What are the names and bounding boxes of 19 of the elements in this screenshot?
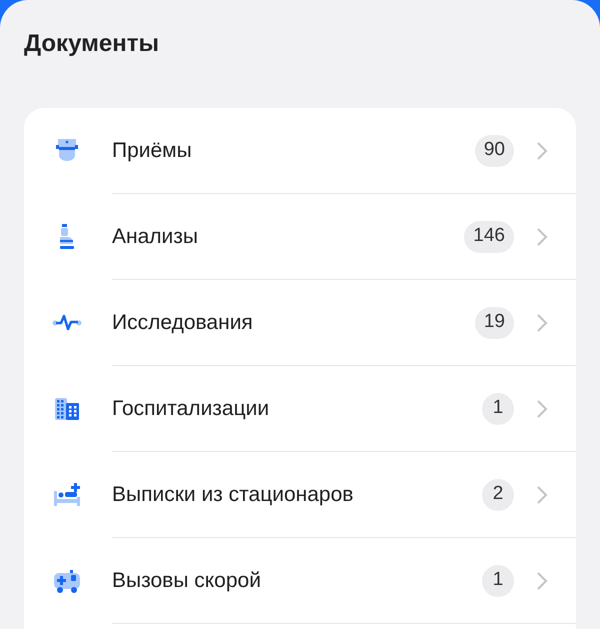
count-badge: 19 (474, 306, 514, 338)
document-category-link[interactable]: Исследования (112, 306, 475, 338)
chevron-right-icon[interactable] (536, 140, 548, 160)
document-category-link[interactable]: Вызовы скорой (112, 564, 482, 596)
chevron-right-icon[interactable] (536, 226, 548, 246)
count-badge: 146 (464, 220, 514, 252)
document-category-link[interactable]: Приёмы (112, 134, 475, 166)
document-category-link[interactable]: Госпитализации (112, 392, 482, 424)
count-badge: 1 (482, 392, 514, 424)
page-title: Документы (24, 29, 159, 59)
count-badge: 1 (482, 564, 514, 596)
count-badge: 90 (474, 134, 514, 166)
count-badge: 2 (482, 478, 514, 510)
chevron-right-icon[interactable] (536, 312, 548, 332)
chevron-right-icon[interactable] (536, 570, 548, 590)
chevron-right-icon[interactable] (536, 398, 548, 418)
document-category-link[interactable]: Выписки из стационаров (112, 478, 482, 510)
chevron-right-icon[interactable] (536, 484, 548, 504)
document-category-link[interactable]: Анализы (112, 220, 464, 252)
